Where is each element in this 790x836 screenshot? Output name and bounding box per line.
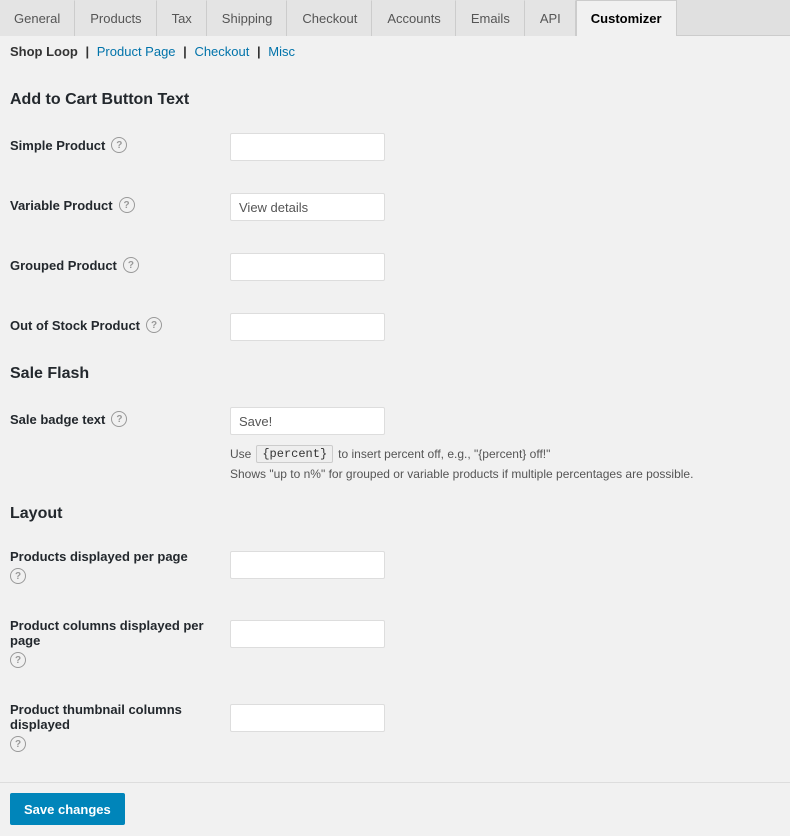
simple-product-input[interactable] — [230, 133, 385, 161]
badge-hint-line2: Shows "up to n%" for grouped or variable… — [230, 467, 693, 481]
tab-products[interactable]: Products — [75, 0, 156, 36]
save-btn-area: Save changes — [0, 782, 790, 835]
product-columns-input[interactable] — [230, 620, 385, 648]
badge-hint-code: {percent} — [256, 445, 333, 463]
grouped-product-help-icon[interactable]: ? — [123, 257, 139, 273]
tab-checkout[interactable]: Checkout — [287, 0, 372, 36]
tabs-bar: General Products Tax Shipping Checkout A… — [0, 0, 790, 36]
variable-product-label: Variable Product — [10, 198, 113, 213]
grouped-product-label: Grouped Product — [10, 258, 117, 273]
tab-shipping[interactable]: Shipping — [207, 0, 288, 36]
products-per-page-help-icon[interactable]: ? — [10, 568, 26, 584]
product-columns-label: Product columns displayed per page — [10, 618, 230, 648]
breadcrumb-shop-loop: Shop Loop — [10, 44, 78, 59]
variable-product-input[interactable] — [230, 193, 385, 221]
field-products-per-page: Products displayed per page ? — [10, 539, 780, 592]
tab-api[interactable]: API — [525, 0, 576, 36]
breadcrumb-product-page[interactable]: Product Page — [97, 44, 176, 59]
sale-badge-help-icon[interactable]: ? — [111, 411, 127, 427]
products-per-page-label: Products displayed per page — [10, 549, 230, 564]
badge-hint-prefix: Use — [230, 447, 251, 461]
sale-badge-input[interactable] — [230, 407, 385, 435]
out-of-stock-help-icon[interactable]: ? — [146, 317, 162, 333]
field-simple-product: Simple Product ? — [10, 125, 780, 169]
field-variable-product: Variable Product ? — [10, 185, 780, 229]
thumbnail-columns-label: Product thumbnail columns displayed — [10, 702, 230, 732]
tab-customizer[interactable]: Customizer — [576, 0, 677, 36]
simple-product-label: Simple Product — [10, 138, 105, 153]
out-of-stock-label: Out of Stock Product — [10, 318, 140, 333]
field-thumbnail-columns: Product thumbnail columns displayed ? — [10, 692, 780, 760]
breadcrumb-sep-2: | — [183, 44, 187, 59]
tab-tax[interactable]: Tax — [157, 0, 207, 36]
breadcrumb-sep-3: | — [257, 44, 261, 59]
field-grouped-product: Grouped Product ? — [10, 245, 780, 289]
thumbnail-columns-input[interactable] — [230, 704, 385, 732]
tab-accounts[interactable]: Accounts — [372, 0, 455, 36]
field-product-columns: Product columns displayed per page ? — [10, 608, 780, 676]
thumbnail-columns-help-icon[interactable]: ? — [10, 736, 26, 752]
simple-product-help-icon[interactable]: ? — [111, 137, 127, 153]
product-columns-help-icon[interactable]: ? — [10, 652, 26, 668]
products-per-page-input[interactable] — [230, 551, 385, 579]
grouped-product-input[interactable] — [230, 253, 385, 281]
variable-product-help-icon[interactable]: ? — [119, 197, 135, 213]
sale-flash-heading: Sale Flash — [10, 365, 780, 389]
tab-general[interactable]: General — [0, 0, 75, 36]
breadcrumb: Shop Loop | Product Page | Checkout | Mi… — [0, 36, 790, 67]
save-changes-button[interactable]: Save changes — [10, 793, 125, 825]
breadcrumb-checkout[interactable]: Checkout — [194, 44, 249, 59]
field-sale-badge: Sale badge text ? Use {percent} to inser… — [10, 399, 780, 489]
sale-badge-hint: Use {percent} to insert percent off, e.g… — [230, 445, 693, 481]
breadcrumb-sep-1: | — [86, 44, 90, 59]
breadcrumb-misc[interactable]: Misc — [268, 44, 295, 59]
main-content: Add to Cart Button Text Simple Product ?… — [0, 67, 790, 836]
out-of-stock-input[interactable] — [230, 313, 385, 341]
add-to-cart-heading: Add to Cart Button Text — [10, 91, 780, 115]
field-out-of-stock: Out of Stock Product ? — [10, 305, 780, 349]
layout-heading: Layout — [10, 505, 780, 529]
tab-emails[interactable]: Emails — [456, 0, 525, 36]
badge-hint-suffix: to insert percent off, e.g., "{percent} … — [338, 447, 550, 461]
sale-badge-label: Sale badge text — [10, 412, 105, 427]
